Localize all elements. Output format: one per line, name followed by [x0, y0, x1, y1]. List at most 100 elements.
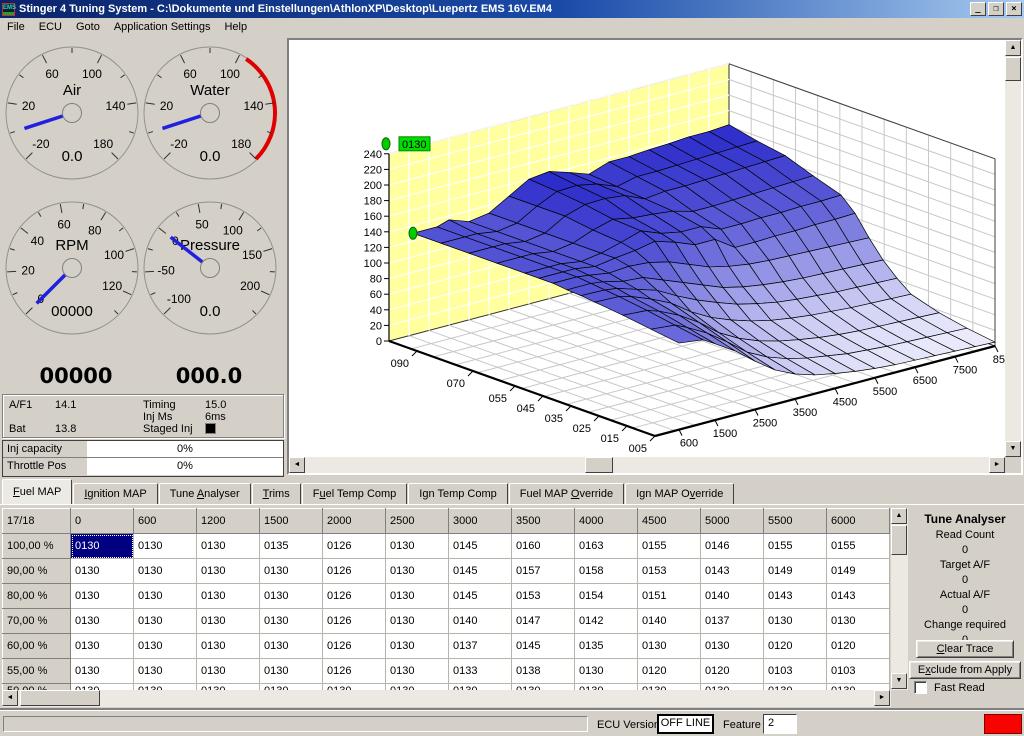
fuel-cell[interactable]: 0143	[701, 559, 764, 584]
fuel-cell[interactable]: 0120	[701, 659, 764, 684]
fuel-cell[interactable]: 0160	[512, 534, 575, 559]
fuel-cell[interactable]: 0126	[323, 634, 386, 659]
fuel-cell[interactable]: 0133	[449, 659, 512, 684]
fuel-cell[interactable]: 0146	[701, 534, 764, 559]
fuel-cell[interactable]: 0130	[71, 584, 134, 609]
fuel-cell[interactable]: 0130	[260, 584, 323, 609]
fuel-cell[interactable]: 0163	[575, 534, 638, 559]
fuel-cell[interactable]: 0126	[323, 659, 386, 684]
fuel-cell[interactable]: 0153	[512, 584, 575, 609]
tab-fuel-temp-comp[interactable]: Fuel Temp Comp	[302, 483, 408, 505]
fuel-cell[interactable]: 0126	[323, 584, 386, 609]
fuel-cell[interactable]: 0130	[386, 534, 449, 559]
fuel-cell[interactable]: 0145	[449, 559, 512, 584]
menu-item-file[interactable]: File	[0, 19, 32, 35]
fuel-cell[interactable]: 0145	[449, 584, 512, 609]
menu-item-ecu[interactable]: ECU	[32, 19, 69, 35]
title-bar[interactable]: EMS Stinger 4 Tuning System - C:\Dokumen…	[0, 0, 1024, 18]
clear-trace-button[interactable]: Clear Trace	[916, 640, 1014, 658]
fuel-cell[interactable]: 0130	[197, 659, 260, 684]
fuel-cell[interactable]: 0135	[260, 534, 323, 559]
fuel-cell[interactable]: 0140	[701, 584, 764, 609]
plot-horizontal-scrollbar[interactable]: ◄ ►	[289, 457, 1005, 473]
fuel-cell[interactable]: 0130	[134, 559, 197, 584]
plot-scroll-right-icon[interactable]: ►	[989, 457, 1005, 473]
fuel-cell[interactable]: 0130	[386, 659, 449, 684]
plot-hscroll-thumb[interactable]	[585, 457, 613, 473]
minimize-button[interactable]: _	[970, 2, 986, 16]
fuel-cell[interactable]: 0130	[827, 609, 890, 634]
fuel-cell[interactable]: 0130	[197, 609, 260, 634]
restore-button[interactable]: ❐	[988, 2, 1004, 16]
fuel-cell[interactable]: 0130	[71, 534, 134, 559]
fuel-cell[interactable]: 0147	[512, 609, 575, 634]
fuel-cell[interactable]: 0145	[512, 634, 575, 659]
fuel-cell[interactable]: 0130	[386, 634, 449, 659]
fuel-cell[interactable]: 0130	[260, 609, 323, 634]
table-scroll-right-icon[interactable]: ►	[874, 690, 890, 706]
plot-vscroll-thumb[interactable]	[1005, 57, 1021, 81]
fuel-cell[interactable]: 0138	[512, 659, 575, 684]
fuel-cell[interactable]: 0130	[386, 584, 449, 609]
fast-read-checkbox[interactable]	[914, 681, 927, 694]
fuel-cell[interactable]: 0158	[575, 559, 638, 584]
fuel-cell[interactable]: 0140	[449, 609, 512, 634]
fuel-map-3d-chart[interactable]: 0204060801001201401601802002202400050150…	[289, 40, 1005, 457]
fuel-cell[interactable]: 0130	[134, 659, 197, 684]
fuel-cell[interactable]: 0130	[386, 609, 449, 634]
fuel-cell[interactable]: 0130	[71, 634, 134, 659]
tab-fuel-map[interactable]: Fuel MAP	[2, 479, 72, 505]
fuel-cell[interactable]: 0130	[134, 609, 197, 634]
close-button[interactable]: ×	[1006, 2, 1022, 16]
fuel-cell[interactable]: 0155	[638, 534, 701, 559]
fuel-cell[interactable]: 0149	[827, 559, 890, 584]
fuel-cell[interactable]: 0153	[638, 559, 701, 584]
fuel-cell[interactable]: 0155	[827, 534, 890, 559]
fuel-cell[interactable]: 0130	[197, 534, 260, 559]
menu-item-help[interactable]: Help	[217, 19, 254, 35]
fuel-cell[interactable]: 0130	[134, 534, 197, 559]
tab-ign-temp-comp[interactable]: Ign Temp Comp	[408, 483, 507, 505]
fuel-cell[interactable]: 0149	[764, 559, 827, 584]
fuel-cell[interactable]: 0130	[260, 559, 323, 584]
tab-ign-map-override[interactable]: Ign MAP Override	[625, 483, 734, 505]
fuel-cell[interactable]: 0137	[449, 634, 512, 659]
fuel-cell[interactable]: 0130	[197, 584, 260, 609]
fuel-cell[interactable]: 0143	[764, 584, 827, 609]
plot-vertical-scrollbar[interactable]: ▲ ▼	[1005, 40, 1021, 457]
fuel-cell[interactable]: 0130	[134, 634, 197, 659]
fuel-cell[interactable]: 0130	[71, 559, 134, 584]
fuel-cell[interactable]: 0140	[638, 609, 701, 634]
fuel-cell[interactable]: 0130	[386, 559, 449, 584]
fuel-cell[interactable]: 0143	[827, 584, 890, 609]
table-scroll-down-icon[interactable]: ▼	[891, 673, 907, 689]
fuel-cell[interactable]: 0120	[764, 634, 827, 659]
fuel-cell[interactable]: 0103	[827, 659, 890, 684]
fuel-cell[interactable]: 0142	[575, 609, 638, 634]
exclude-from-apply-button[interactable]: Exclude from Apply	[909, 661, 1021, 679]
table-horizontal-scrollbar[interactable]: ◄ ►	[2, 690, 891, 707]
table-vscroll-thumb[interactable]	[891, 525, 907, 555]
tab-tune-analyser[interactable]: Tune Analyser	[159, 483, 251, 505]
fuel-cell[interactable]: 0151	[638, 584, 701, 609]
tab-ignition-map[interactable]: Ignition MAP	[73, 483, 157, 505]
fuel-cell[interactable]: 0137	[701, 609, 764, 634]
fuel-cell[interactable]: 0155	[764, 534, 827, 559]
fuel-cell[interactable]: 0145	[449, 534, 512, 559]
plot-scroll-left-icon[interactable]: ◄	[289, 457, 305, 473]
fuel-cell[interactable]: 0130	[260, 659, 323, 684]
fuel-cell[interactable]: 0130	[575, 659, 638, 684]
fuel-cell[interactable]: 0130	[71, 609, 134, 634]
fuel-cell[interactable]: 0130	[260, 634, 323, 659]
fuel-cell[interactable]: 0135	[575, 634, 638, 659]
tab-fuel-map-override[interactable]: Fuel MAP Override	[509, 483, 624, 505]
fuel-cell[interactable]: 0103	[764, 659, 827, 684]
table-scroll-left-icon[interactable]: ◄	[2, 690, 18, 706]
fuel-cell[interactable]: 0126	[323, 534, 386, 559]
fuel-cell[interactable]: 0126	[323, 609, 386, 634]
tab-trims[interactable]: Trims	[252, 483, 301, 505]
fuel-cell[interactable]: 0130	[134, 584, 197, 609]
menu-item-application-settings[interactable]: Application Settings	[107, 19, 218, 35]
fuel-cell[interactable]: 0130	[197, 559, 260, 584]
fuel-cell[interactable]: 0154	[575, 584, 638, 609]
